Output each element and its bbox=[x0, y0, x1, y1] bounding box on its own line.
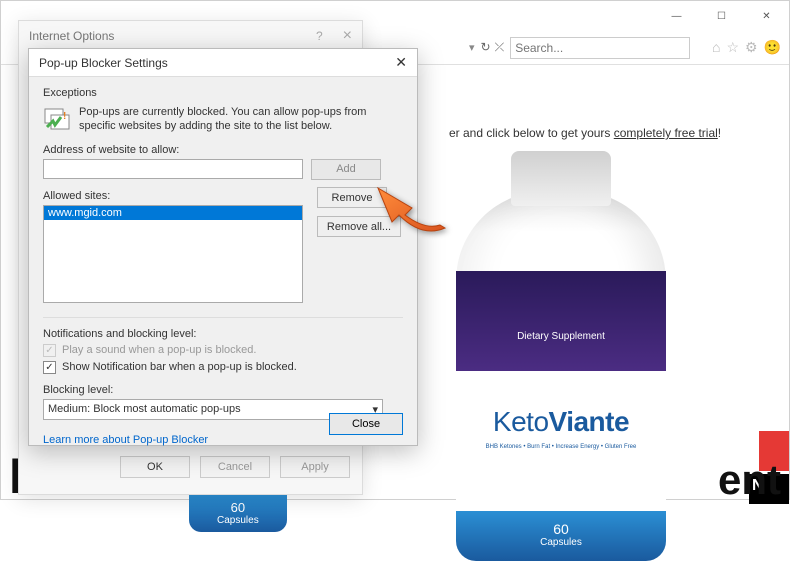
internet-options-titlebar: Internet Options ? × bbox=[19, 21, 362, 51]
popup-blocker-dialog: Pop-up Blocker Settings ✕ Exceptions ! P… bbox=[28, 48, 418, 446]
close-button[interactable]: Close bbox=[329, 413, 403, 435]
add-button[interactable]: Add bbox=[311, 159, 381, 180]
url-dropdown-icon[interactable]: ▾ bbox=[469, 41, 475, 54]
svg-text:!: ! bbox=[63, 111, 66, 122]
feedback-smile-icon[interactable]: 🙂 bbox=[764, 39, 781, 56]
stop-icon[interactable]: ⤫ bbox=[495, 40, 505, 55]
address-label: Address of website to allow: bbox=[43, 144, 403, 156]
exceptions-description: Pop-ups are currently blocked. You can a… bbox=[79, 105, 403, 134]
apply-button[interactable]: Apply bbox=[280, 456, 350, 478]
show-notification-checkbox[interactable]: ✓ bbox=[43, 361, 56, 374]
play-sound-checkbox[interactable]: ✓ bbox=[43, 344, 56, 357]
favorites-icon[interactable]: ☆ bbox=[726, 39, 739, 56]
refresh-icon[interactable]: ↻ bbox=[481, 40, 491, 55]
product-logo: KetoViante bbox=[456, 406, 666, 438]
ok-button[interactable]: OK bbox=[120, 456, 190, 478]
show-notification-label: Show Notification bar when a pop-up is b… bbox=[62, 361, 297, 373]
popup-blocker-icon: ! bbox=[43, 105, 71, 133]
allowed-sites-list[interactable]: www.mgid.com bbox=[43, 205, 303, 303]
search-input[interactable] bbox=[510, 37, 690, 59]
promo-text: er and click below to get yours complete… bbox=[449, 126, 721, 140]
window-close-button[interactable]: ✕ bbox=[744, 1, 789, 31]
learn-more-link[interactable]: Learn more about Pop-up Blocker bbox=[43, 434, 208, 446]
popup-blocker-close-icon[interactable]: ✕ bbox=[395, 54, 407, 71]
play-sound-label: Play a sound when a pop-up is blocked. bbox=[62, 344, 256, 356]
headline-right: ent bbox=[718, 461, 781, 499]
settings-gear-icon[interactable]: ⚙ bbox=[745, 39, 758, 56]
address-input[interactable] bbox=[43, 159, 303, 179]
remove-button[interactable]: Remove bbox=[317, 187, 387, 208]
popup-blocker-titlebar: Pop-up Blocker Settings ✕ bbox=[29, 49, 417, 77]
free-trial-link[interactable]: completely free trial bbox=[614, 126, 718, 140]
blocking-level-label: Blocking level: bbox=[43, 384, 403, 396]
internet-options-title: Internet Options bbox=[29, 29, 114, 43]
exceptions-heading: Exceptions bbox=[43, 87, 403, 99]
product-bottle: Dietary Supplement KetoViante BHB Ketone… bbox=[456, 151, 666, 531]
internet-options-close-icon[interactable]: × bbox=[343, 27, 352, 45]
bottle-label-mid: KetoViante BHB Ketones • Burn Fat • Incr… bbox=[456, 371, 666, 511]
bottle-label-bottom: 60 Capsules bbox=[456, 511, 666, 561]
notifications-heading: Notifications and blocking level: bbox=[43, 328, 403, 340]
home-icon[interactable]: ⌂ bbox=[712, 39, 720, 56]
product-tagline: BHB Ketones • Burn Fat • Increase Energy… bbox=[456, 444, 666, 450]
list-item[interactable]: www.mgid.com bbox=[44, 206, 302, 220]
minimize-button[interactable]: — bbox=[654, 1, 699, 31]
cancel-button[interactable]: Cancel bbox=[200, 456, 270, 478]
maximize-button[interactable]: ☐ bbox=[699, 1, 744, 31]
bottle-cap bbox=[511, 151, 611, 206]
help-icon[interactable]: ? bbox=[316, 29, 323, 43]
remove-all-button[interactable]: Remove all... bbox=[317, 216, 401, 237]
popup-blocker-title: Pop-up Blocker Settings bbox=[39, 56, 168, 70]
bottle-label-top: Dietary Supplement bbox=[456, 271, 666, 371]
